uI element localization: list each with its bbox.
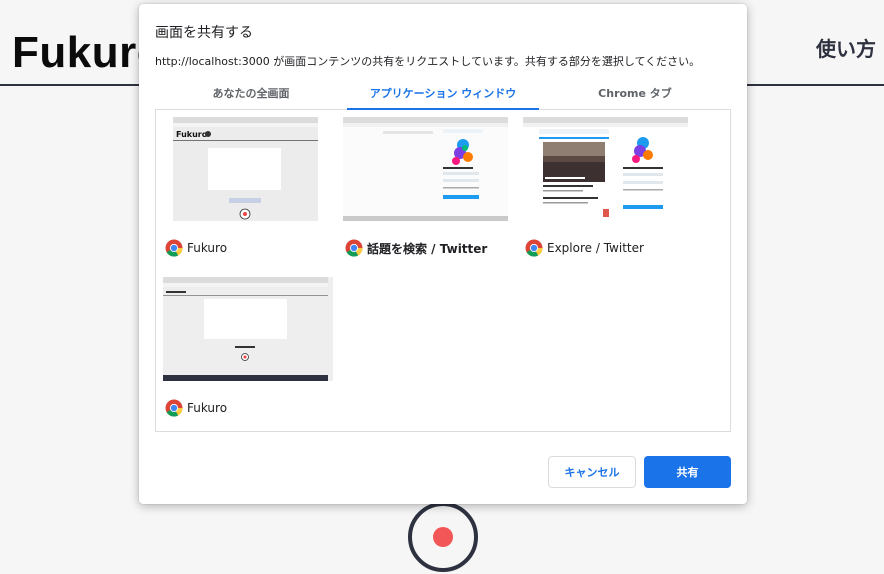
window-thumbnail: Fukuro [163, 117, 333, 221]
share-screen-dialog: 画面を共有する http://localhost:3000 が画面コンテンツの共… [139, 4, 747, 504]
window-label: Fukuro [165, 399, 227, 417]
window-title: Explore / Twitter [547, 241, 644, 255]
window-title: 話題を検索 / Twitter [367, 241, 488, 256]
chrome-icon [345, 239, 363, 257]
dialog-title: 画面を共有する [155, 25, 253, 41]
window-title: Fukuro [187, 401, 228, 415]
chrome-icon [165, 399, 183, 417]
svg-text:Fukuro: Fukuro [176, 130, 208, 139]
cancel-button[interactable]: キャンセル [548, 456, 636, 488]
window-option-fukuro-2[interactable]: Fukuro [163, 277, 333, 417]
window-thumbnail [343, 117, 513, 221]
tab-entire-screen[interactable]: あなたの全画面 [155, 84, 347, 109]
dialog-buttons: キャンセル 共有 [548, 456, 731, 488]
window-label: 話題を検索 / Twitter [345, 239, 487, 257]
record-dot-icon [433, 527, 453, 547]
chrome-icon [525, 239, 543, 257]
tab-application-window[interactable]: アプリケーション ウィンドウ [347, 84, 539, 110]
share-button[interactable]: 共有 [644, 456, 731, 488]
window-thumbnail [163, 277, 333, 381]
window-label: Explore / Twitter [525, 239, 644, 257]
window-label: Fukuro [165, 239, 227, 257]
tab-chrome-tab[interactable]: Chrome タブ [539, 84, 731, 109]
window-grid: Fukuro Fukuro 話題を検索 / Twitter Explore / … [155, 110, 731, 432]
window-option-twitter-search[interactable]: 話題を検索 / Twitter [343, 117, 513, 257]
window-option-twitter-explore[interactable]: Explore / Twitter [523, 117, 693, 257]
share-tabs: あなたの全画面 アプリケーション ウィンドウ Chrome タブ [155, 84, 731, 110]
window-option-fukuro-1[interactable]: Fukuro Fukuro [163, 117, 333, 257]
record-button[interactable] [408, 502, 478, 572]
window-thumbnail [523, 117, 693, 221]
chrome-icon [165, 239, 183, 257]
dialog-description: http://localhost:3000 が画面コンテンツの共有をリクエストし… [155, 55, 701, 68]
window-title: Fukuro [187, 241, 228, 255]
howto-link[interactable]: 使い方 [816, 33, 876, 62]
